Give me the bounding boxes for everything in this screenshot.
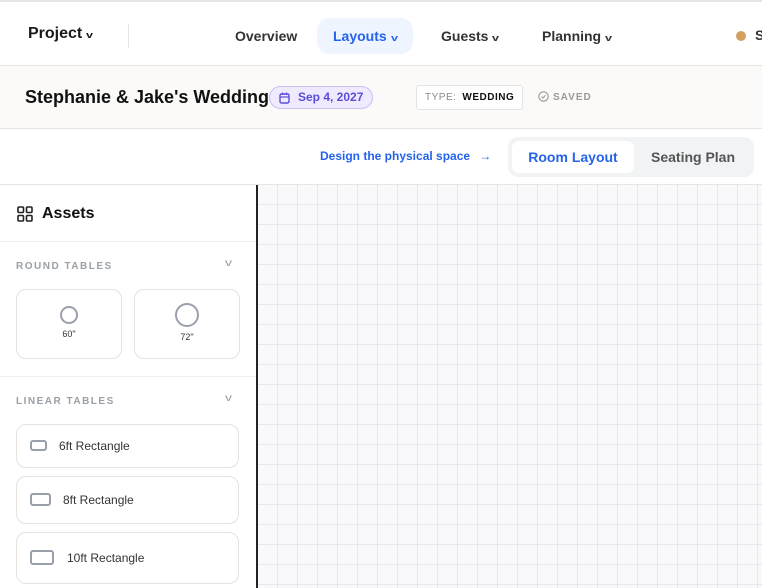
section-label: LINEAR TABLES — [16, 396, 115, 407]
round-table-icon — [60, 306, 78, 324]
rectangle-table-icon — [30, 440, 47, 451]
event-header: Stephanie & Jake's Wedding Sep 4, 2027 T… — [0, 66, 762, 129]
hint-text: Design the physical space — [320, 149, 471, 163]
asset-6ft-rectangle[interactable]: 6ft Rectangle — [16, 424, 239, 468]
nav-label: Planning — [542, 28, 602, 44]
project-menu[interactable]: Project v — [28, 25, 94, 43]
saved-status: SAVED — [538, 91, 592, 103]
round-table-icon — [175, 303, 199, 327]
design-hint-link[interactable]: Design the physical space → — [320, 149, 491, 163]
tab-seating-plan[interactable]: Seating Plan — [651, 141, 735, 173]
date-badge[interactable]: Sep 4, 2027 — [269, 86, 374, 109]
type-badge: TYPE: WEDDING — [416, 85, 524, 110]
assets-title: Assets — [42, 205, 95, 222]
view-toggle: Room Layout Seating Plan — [508, 137, 754, 177]
nav-overview[interactable]: Overview — [219, 18, 313, 54]
nav-guests[interactable]: Guests v — [425, 18, 514, 54]
top-nav: Project v Overview Layouts v Guests v Plann… — [0, 0, 762, 66]
assets-header: Assets — [0, 185, 256, 242]
divider — [128, 24, 129, 48]
date-text: Sep 4, 2027 — [298, 90, 364, 104]
round-tables-section-toggle[interactable]: ROUND TABLES v — [0, 242, 256, 286]
asset-label: 60" — [62, 329, 76, 339]
project-label: Project — [28, 25, 83, 42]
status-dot — [736, 31, 746, 41]
chevron-down-icon: v — [390, 33, 398, 43]
grid-icon — [17, 206, 33, 222]
asset-round-72[interactable]: 72" — [134, 289, 240, 359]
asset-8ft-rectangle[interactable]: 8ft Rectangle — [16, 476, 239, 524]
tab-room-layout[interactable]: Room Layout — [512, 141, 634, 173]
user-menu[interactable]: S — [755, 27, 762, 43]
asset-label: 6ft Rectangle — [59, 439, 130, 453]
nav-label: Overview — [235, 28, 298, 44]
chevron-down-icon: v — [492, 33, 500, 43]
linear-tables-section-toggle[interactable]: LINEAR TABLES v — [0, 377, 256, 421]
assets-sidebar: Assets ROUND TABLES v 60" 72" LINEAR TABL… — [0, 185, 256, 588]
section-label: ROUND TABLES — [16, 261, 113, 272]
rectangle-table-icon — [30, 550, 54, 565]
saved-text: SAVED — [553, 92, 592, 103]
chevron-down-icon: v — [225, 393, 232, 404]
arrow-right-icon: → — [479, 149, 492, 163]
asset-label: 8ft Rectangle — [63, 493, 134, 507]
asset-10ft-rectangle[interactable]: 10ft Rectangle — [16, 532, 239, 584]
nav-label: Guests — [441, 28, 489, 44]
check-circle-icon — [538, 91, 549, 102]
chevron-down-icon: v — [86, 30, 94, 40]
type-key: TYPE: — [425, 92, 457, 103]
layout-canvas[interactable] — [256, 185, 762, 588]
calendar-icon — [279, 92, 290, 104]
chevron-down-icon: v — [605, 33, 613, 43]
rectangle-table-icon — [30, 493, 51, 506]
asset-label: 10ft Rectangle — [67, 551, 145, 565]
nav-label: Layouts — [333, 28, 387, 44]
nav-layouts[interactable]: Layouts v — [317, 18, 413, 54]
sub-toolbar: Design the physical space → Room Layout … — [0, 129, 762, 185]
asset-label: 72" — [180, 332, 194, 342]
asset-round-60[interactable]: 60" — [16, 289, 122, 359]
nav-planning[interactable]: Planning v — [526, 18, 627, 54]
chevron-down-icon: v — [225, 258, 232, 269]
page-title: Stephanie & Jake's Wedding — [25, 87, 270, 107]
type-value: WEDDING — [462, 92, 515, 103]
